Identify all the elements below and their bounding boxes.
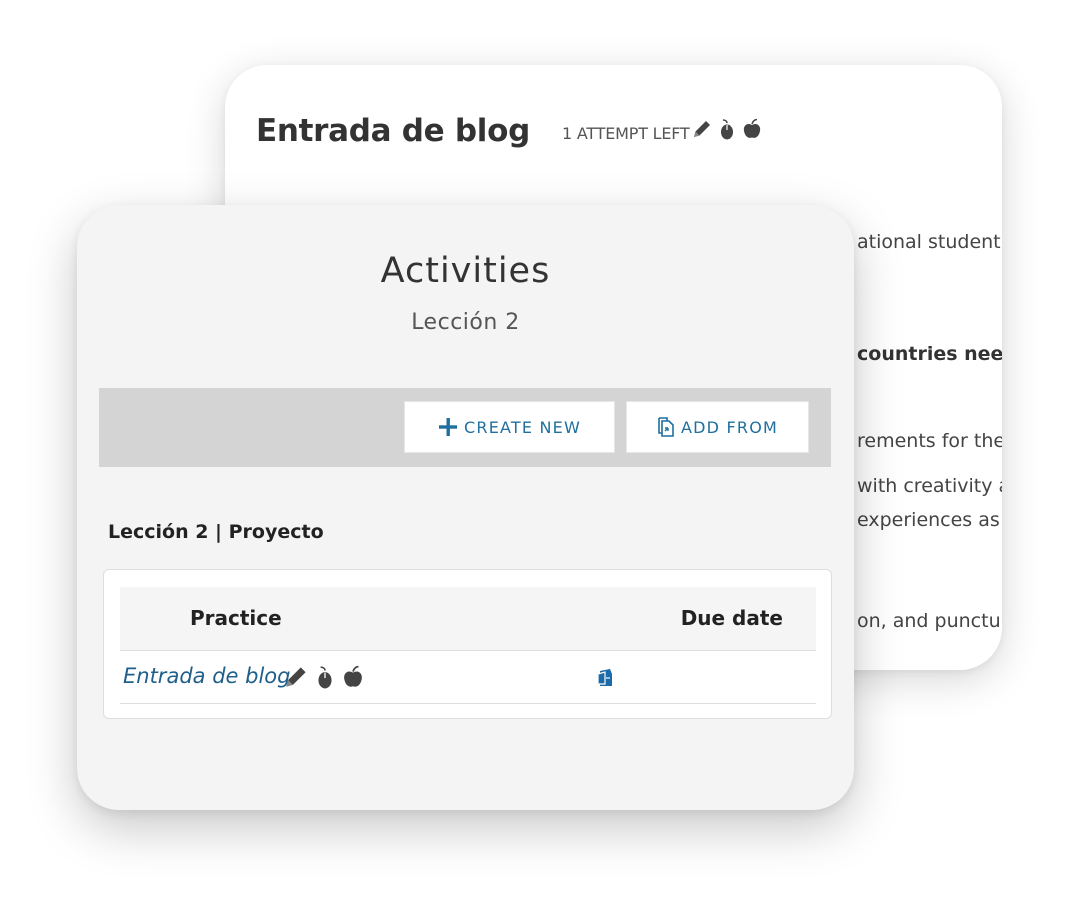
activity-title: Entrada de blog (256, 113, 530, 149)
activity-skill-icons (284, 665, 364, 689)
copy-document-icon (657, 417, 675, 437)
create-new-button[interactable]: CREATE NEW (404, 401, 615, 453)
instructions-text-fragment: on, and punctu (857, 610, 1001, 632)
pencil-icon (692, 119, 712, 139)
activities-card: Activities Lección 2 CREATE NEW ADD FROM… (77, 205, 854, 810)
instructions-text-fragment: experiences as (857, 509, 1000, 531)
activity-header: Entrada de blog 1 ATTEMPT LEFT (256, 113, 762, 149)
attempts-left-label: 1 ATTEMPT LEFT (562, 123, 690, 143)
activities-toolbar: CREATE NEW ADD FROM (99, 388, 831, 467)
column-header-due-date: Due date (680, 606, 783, 630)
pencil-icon (284, 665, 308, 689)
table-header: Practice Due date (120, 587, 816, 651)
add-from-button[interactable]: ADD FROM (626, 401, 809, 453)
section-heading: Lección 2 | Proyecto (108, 521, 324, 543)
plus-icon (438, 417, 458, 437)
apple-icon (342, 665, 364, 689)
instructions-heading-fragment: countries nee (857, 343, 1002, 365)
instructions-text-fragment: with creativity a (857, 475, 1002, 497)
column-header-practice: Practice (190, 606, 282, 630)
activities-table: Practice Due date Entrada de blog (103, 569, 832, 719)
mouse-icon (315, 665, 335, 689)
activity-link[interactable]: Entrada de blog (123, 650, 290, 703)
instructions-text-fragment: rements for the (857, 430, 1002, 452)
table-row: Entrada de blog (120, 650, 816, 704)
page-title: Activities (380, 251, 551, 291)
instructions-text-fragment: ational student (857, 231, 1001, 253)
mouse-icon (718, 118, 736, 140)
activity-skill-icons (692, 118, 762, 140)
page-subtitle: Lección 2 (411, 310, 520, 335)
add-from-label: ADD FROM (681, 417, 778, 437)
assign-date-icon[interactable] (596, 666, 616, 688)
apple-icon (742, 118, 762, 140)
create-new-label: CREATE NEW (464, 417, 581, 437)
